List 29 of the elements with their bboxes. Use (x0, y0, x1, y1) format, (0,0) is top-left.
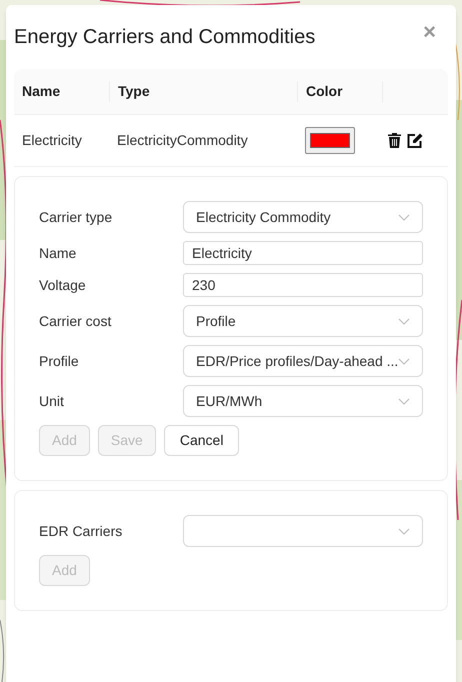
chevron-down-icon (398, 214, 410, 220)
field-label: Profile (39, 352, 80, 370)
select-field[interactable] (183, 515, 423, 547)
field-label: Unit (39, 392, 65, 410)
edit-icon[interactable] (407, 133, 423, 148)
chevron-down-icon (398, 318, 410, 324)
table-cell: Electricity (22, 132, 82, 148)
column-header: Color (306, 83, 343, 99)
input-field[interactable]: 230 (183, 273, 423, 297)
field-label: EDR Carriers (39, 522, 124, 540)
select-field[interactable]: Electricity Commodity (183, 201, 423, 233)
field-label: Name (39, 244, 78, 262)
chevron-down-icon (398, 528, 410, 534)
select-field[interactable]: EDR/Price profiles/Day-ahead ... (183, 345, 424, 377)
input-field[interactable]: Electricity (183, 241, 423, 265)
field-label: Voltage (39, 276, 87, 295)
field-label: Carrier type (39, 208, 114, 227)
select-field[interactable]: Profile (183, 305, 423, 337)
action-button[interactable]: Cancel (164, 425, 240, 456)
dialog-title: Energy Carriers and Commodities (14, 25, 316, 50)
column-header: Name (22, 83, 60, 99)
chevron-down-icon (398, 358, 410, 364)
trash-icon[interactable] (388, 133, 401, 148)
table-cell: ElectricityCommodity (117, 132, 248, 148)
select-field[interactable]: EUR/MWh (183, 385, 423, 417)
color-swatch[interactable] (305, 127, 355, 154)
column-header: Type (118, 83, 150, 99)
chevron-down-icon (398, 398, 410, 404)
field-label: Carrier cost (39, 312, 112, 330)
